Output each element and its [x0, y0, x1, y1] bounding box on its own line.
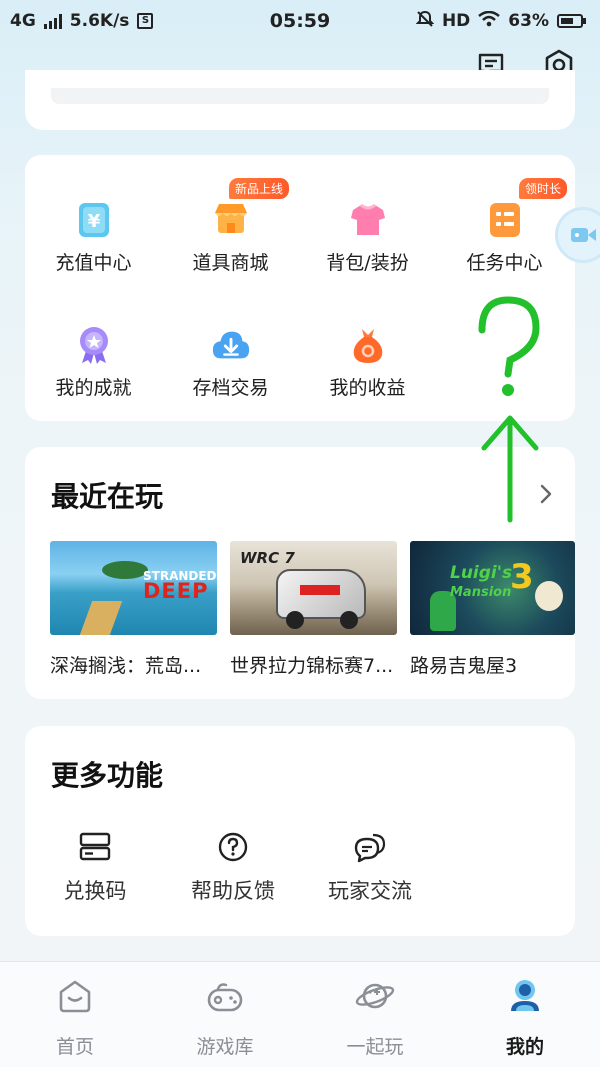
game-name: 路易吉鬼屋3: [410, 655, 518, 677]
bottom-tab-bar: 首页 游戏库 一起玩 我的: [0, 961, 600, 1067]
thumb-number: 3: [510, 557, 534, 597]
more-functions-card: 更多功能 兑换码 帮助反馈 玩家交流: [25, 726, 575, 936]
tab-game-library[interactable]: 游戏库: [175, 976, 275, 1059]
top-card-fragment: [25, 70, 575, 130]
more-item-redeem-code[interactable]: 兑换码: [55, 829, 135, 905]
grid-item-achievement[interactable]: 我的成就: [25, 325, 162, 400]
battery-percent: 63%: [508, 11, 549, 31]
earnings-icon: [348, 325, 388, 365]
chat-icon: [352, 829, 388, 865]
svg-text:¥: ¥: [87, 211, 100, 232]
hd-indicator: HD: [441, 11, 471, 31]
more-item-label: 兑换码: [63, 879, 127, 903]
s-notification-icon: S: [137, 13, 154, 29]
game-item-stranded-deep[interactable]: STRANDED DEEP 深海搁浅：荒岛...: [50, 541, 217, 678]
grid-item-label: 背包/装扮: [326, 252, 409, 274]
game-thumbnail: Luigi's Mansion 3: [410, 541, 575, 635]
tab-label: 游戏库: [196, 1036, 254, 1058]
new-badge: 新品上线: [228, 178, 289, 199]
game-thumbnail: STRANDED DEEP: [50, 541, 217, 635]
grid-item-backpack[interactable]: 背包/装扮: [299, 200, 436, 275]
thumb-title-1: Luigi's: [450, 563, 513, 583]
tab-label: 一起玩: [346, 1036, 404, 1058]
tab-home[interactable]: 首页: [25, 976, 125, 1059]
section-title-more: 更多功能: [51, 759, 164, 792]
tab-label: 首页: [55, 1036, 94, 1058]
planet-icon: [355, 976, 395, 1016]
battery-icon: [557, 14, 586, 28]
shop-icon: [211, 200, 251, 240]
game-thumbnail: WRC 7: [230, 541, 397, 635]
status-bar: 4G 5.6K/s S 05:59 HD 63%: [0, 0, 600, 42]
grid-item-label: 我的成就: [55, 377, 132, 399]
video-camera-icon: [571, 228, 596, 242]
tab-me[interactable]: 我的: [475, 976, 575, 1059]
grid-item-earnings[interactable]: 我的收益: [299, 325, 436, 400]
achievement-icon: [74, 325, 114, 365]
thumb-title-2: DEEP: [143, 579, 209, 603]
grid-item-save-trade[interactable]: 存档交易: [162, 325, 299, 400]
more-item-label: 帮助反馈: [191, 879, 275, 903]
annotation-question-arrow: [470, 290, 550, 530]
thumb-title-1: WRC 7: [240, 549, 295, 567]
signal-icon: [43, 13, 62, 29]
game-name: 深海搁浅：荒岛...: [50, 655, 202, 677]
grid-item-recharge[interactable]: ¥ 充值中心: [25, 200, 162, 275]
network-type: 4G: [10, 11, 36, 31]
network-speed: 5.6K/s: [69, 11, 130, 31]
game-item-luigis-mansion-3[interactable]: Luigi's Mansion 3 路易吉鬼屋3: [410, 541, 575, 678]
grid-item-label: 充值中心: [55, 252, 132, 274]
more-item-help[interactable]: 帮助反馈: [183, 829, 283, 905]
mute-bell-icon: [415, 10, 435, 33]
reward-badge: 领时长: [518, 178, 567, 199]
grid-item-shop[interactable]: 新品上线 道具商城: [162, 178, 299, 275]
game-name: 世界拉力锦标赛7...: [230, 655, 394, 677]
grid-item-label: 我的收益: [329, 377, 406, 399]
save-trade-icon: [211, 325, 251, 365]
tab-label: 我的: [505, 1036, 544, 1058]
game-item-wrc7[interactable]: WRC 7 世界拉力锦标赛7...: [230, 541, 397, 678]
profile-icon: [505, 976, 545, 1016]
gamepad-icon: [205, 976, 245, 1016]
grid-item-task[interactable]: 领时长 任务中心: [436, 178, 573, 275]
more-item-player-chat[interactable]: 玩家交流: [320, 829, 420, 905]
section-title-recent: 最近在玩: [51, 480, 164, 513]
grid-item-label: 存档交易: [192, 377, 269, 399]
recharge-icon: ¥: [74, 200, 114, 240]
tab-play-together[interactable]: 一起玩: [325, 976, 425, 1059]
thumb-title-2: Mansion: [450, 585, 512, 600]
task-icon: [485, 200, 525, 240]
help-icon: [215, 829, 251, 865]
wifi-icon: [478, 10, 501, 32]
more-item-label: 玩家交流: [328, 879, 412, 903]
grid-item-label: 道具商城: [192, 252, 269, 274]
backpack-icon: [348, 200, 388, 240]
redeem-code-icon: [77, 829, 113, 865]
grid-item-label: 任务中心: [466, 252, 543, 274]
home-icon: [55, 976, 95, 1016]
